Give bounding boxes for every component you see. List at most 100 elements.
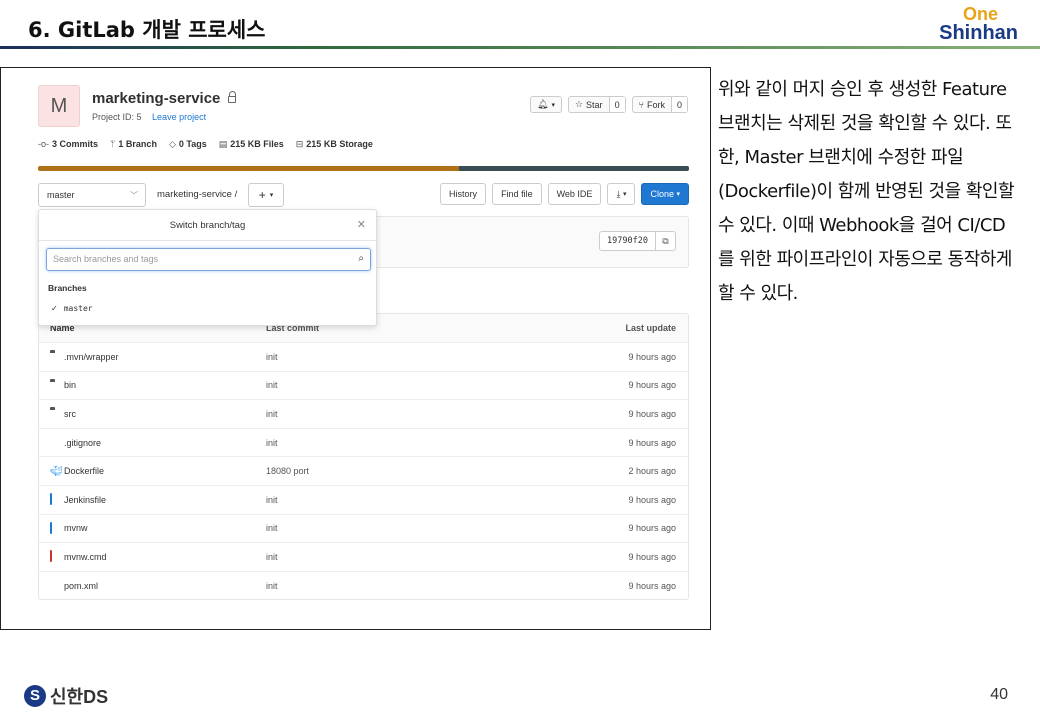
file-name[interactable]: bin bbox=[64, 380, 76, 390]
file-name[interactable]: .gitignore bbox=[64, 438, 101, 448]
project-actions: 🔔︎ ▾ ☆ Star 0 ⑂ Fork 0 bbox=[530, 96, 688, 113]
footer-logo-text: 신한DS bbox=[50, 687, 109, 707]
last-update-time: 9 hours ago bbox=[628, 580, 676, 591]
file-name[interactable]: Jenkinsfile bbox=[64, 495, 106, 505]
star-button[interactable]: ☆ Star 0 bbox=[567, 96, 626, 113]
tags-stat[interactable]: ◇ 0 Tags bbox=[169, 139, 207, 150]
last-commit-message[interactable]: 18080 port bbox=[266, 466, 309, 476]
file-name-cell[interactable]: src bbox=[50, 409, 76, 419]
branch-dropdown: Switch branch/tag ✕ Search branches and … bbox=[38, 209, 377, 326]
last-commit-message[interactable]: init bbox=[266, 352, 278, 362]
last-commit-message[interactable]: init bbox=[266, 438, 278, 448]
table-row[interactable]: .mvn/wrapper init 9 hours ago bbox=[39, 342, 688, 371]
storage-icon: ⊟ bbox=[295, 139, 304, 149]
chevron-down-icon: ▾ bbox=[269, 192, 274, 199]
table-row[interactable]: src init 9 hours ago bbox=[39, 399, 688, 428]
commit-sha-group: 19790f20 ⧉ bbox=[599, 231, 676, 251]
last-commit-message[interactable]: init bbox=[266, 523, 278, 533]
project-title[interactable]: marketing-service bbox=[92, 90, 237, 107]
project-meta: Project ID: 5 Leave project bbox=[92, 112, 206, 122]
file-name-cell[interactable]: mvnw.cmd bbox=[50, 550, 107, 563]
branch-search-input[interactable]: Search branches and tags ⌕ bbox=[46, 248, 371, 271]
file-name[interactable]: mvnw bbox=[64, 523, 88, 533]
star-label: Star bbox=[586, 99, 603, 110]
file-name-cell[interactable]: .mvn/wrapper bbox=[50, 352, 119, 362]
last-commit-message[interactable]: init bbox=[266, 495, 278, 505]
file-icon bbox=[50, 493, 60, 506]
branch-icon: ᛘ bbox=[110, 139, 116, 149]
branch-selector-value: master bbox=[47, 190, 75, 200]
dropdown-divider bbox=[39, 240, 376, 241]
file-name-cell[interactable]: mvnw bbox=[50, 521, 88, 534]
files-stat[interactable]: ▤ 215 KB Files bbox=[219, 139, 284, 150]
cmd-file-icon bbox=[50, 550, 60, 563]
breadcrumb[interactable]: marketing-service / bbox=[157, 189, 237, 200]
table-row[interactable]: pom.xml init 9 hours ago bbox=[39, 570, 688, 600]
branches-stat[interactable]: ᛘ1 Branch bbox=[110, 139, 157, 150]
plus-icon: + bbox=[258, 188, 266, 202]
slide-description: 위와 같이 머지 승인 후 생성한 Feature 브랜치는 삭제된 것을 확인… bbox=[718, 79, 1015, 304]
last-update-time: 9 hours ago bbox=[628, 437, 676, 448]
fork-count[interactable]: 0 bbox=[670, 97, 687, 112]
gitlab-screenshot: M marketing-service Project ID: 5 Leave … bbox=[0, 67, 711, 630]
clone-label: Clone bbox=[650, 189, 674, 199]
star-count[interactable]: 0 bbox=[608, 97, 625, 112]
table-row[interactable]: mvnw init 9 hours ago bbox=[39, 513, 688, 543]
file-name-cell[interactable]: pom.xml bbox=[50, 581, 98, 591]
notification-button[interactable]: 🔔︎ ▾ bbox=[530, 96, 562, 113]
download-button[interactable]: ⤓ ▾ bbox=[607, 183, 636, 205]
table-row[interactable]: 🐳︎ Dockerfile 18080 port 2 hours ago bbox=[39, 456, 688, 485]
file-name-cell[interactable]: bin bbox=[50, 380, 76, 390]
fork-label: Fork bbox=[646, 99, 665, 110]
file-name[interactable]: src bbox=[64, 409, 76, 419]
file-name[interactable]: .mvn/wrapper bbox=[64, 352, 119, 362]
dropdown-item-master[interactable]: ✓ master bbox=[51, 304, 93, 313]
commit-sha[interactable]: 19790f20 bbox=[599, 231, 656, 251]
last-commit-message[interactable]: init bbox=[266, 581, 278, 591]
file-name[interactable]: pom.xml bbox=[64, 581, 98, 591]
docker-icon: 🐳︎ bbox=[50, 465, 63, 477]
file-name-cell[interactable]: .gitignore bbox=[50, 438, 101, 448]
shinhan-logo-icon bbox=[24, 685, 46, 707]
folder-icon bbox=[50, 352, 60, 361]
file-name-cell[interactable]: Jenkinsfile bbox=[50, 493, 106, 506]
web-ide-button[interactable]: Web IDE bbox=[547, 183, 602, 205]
table-row[interactable]: .gitignore init 9 hours ago bbox=[39, 427, 688, 457]
search-icon: ⌕ bbox=[358, 253, 364, 264]
copy-icon[interactable]: ⧉ bbox=[656, 231, 676, 251]
last-update-time: 2 hours ago bbox=[628, 466, 676, 477]
page-number: 40 bbox=[990, 686, 1008, 703]
project-avatar[interactable]: M bbox=[38, 85, 80, 127]
table-row[interactable]: mvnw.cmd init 9 hours ago bbox=[39, 542, 688, 571]
clone-button[interactable]: Clone ▾ bbox=[641, 183, 689, 205]
last-commit-message[interactable]: init bbox=[266, 552, 278, 562]
dropdown-section-branches: Branches bbox=[48, 283, 87, 293]
table-row[interactable]: bin init 9 hours ago bbox=[39, 370, 688, 400]
file-table: Name Last commit Last update .mvn/wrappe… bbox=[38, 313, 689, 601]
file-icon: ▤ bbox=[218, 139, 228, 149]
language-bar[interactable] bbox=[38, 166, 689, 171]
fork-button[interactable]: ⑂ Fork 0 bbox=[631, 96, 688, 113]
last-commit-message[interactable]: init bbox=[266, 409, 278, 419]
file-icon bbox=[50, 521, 60, 534]
repo-toolbar: master ﹀ marketing-service / + ▾ History … bbox=[38, 183, 689, 207]
commits-stat[interactable]: -o- 3 Commits bbox=[38, 139, 98, 150]
history-button[interactable]: History bbox=[440, 183, 487, 205]
file-name[interactable]: mvnw.cmd bbox=[64, 552, 107, 562]
find-file-button[interactable]: Find file bbox=[492, 183, 542, 205]
project-name[interactable]: marketing-service bbox=[92, 90, 220, 107]
language-segment-dockerfile[interactable] bbox=[459, 166, 689, 171]
bell-icon: 🔔︎ bbox=[537, 99, 549, 109]
last-update-time: 9 hours ago bbox=[628, 408, 676, 419]
table-row[interactable]: Jenkinsfile init 9 hours ago bbox=[39, 484, 688, 514]
language-segment-java[interactable] bbox=[38, 166, 460, 171]
file-name[interactable]: Dockerfile bbox=[64, 466, 104, 476]
last-commit-message[interactable]: init bbox=[266, 380, 278, 390]
last-update-time: 9 hours ago bbox=[628, 351, 676, 362]
add-menu-button[interactable]: + ▾ bbox=[248, 183, 284, 207]
close-icon[interactable]: ✕ bbox=[357, 218, 366, 231]
branch-selector[interactable]: master ﹀ bbox=[38, 183, 146, 207]
file-name-cell[interactable]: 🐳︎ Dockerfile bbox=[50, 466, 104, 476]
leave-project-link[interactable]: Leave project bbox=[152, 112, 206, 122]
tag-icon: ◇ bbox=[168, 139, 176, 149]
